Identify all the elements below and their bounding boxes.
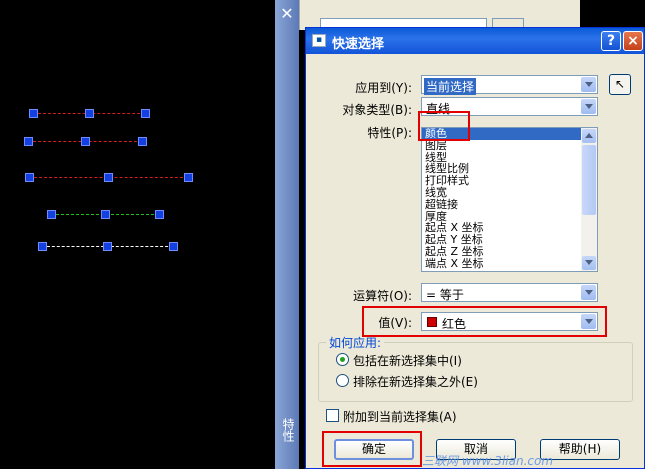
value-value: 红色	[442, 317, 467, 331]
property-list-item[interactable]: 端点 X 坐标	[422, 257, 597, 270]
dialog-title: 快速选择	[332, 37, 385, 52]
property-label: 特性(P):	[367, 126, 412, 140]
grip[interactable]	[103, 242, 112, 251]
exclude-radio[interactable]	[336, 374, 349, 387]
palette-title: 特性	[281, 418, 295, 442]
operator-label: 运算符(O):	[353, 289, 412, 303]
scroll-down-icon[interactable]	[582, 256, 596, 270]
watermark: 三联网 www.3lian.com	[422, 454, 554, 468]
grip[interactable]	[104, 173, 113, 182]
chevron-down-icon[interactable]	[581, 99, 596, 114]
scroll-up-icon[interactable]	[582, 129, 596, 143]
apply-to-label: 应用到(Y):	[355, 81, 412, 95]
chevron-down-icon[interactable]	[581, 285, 596, 300]
properties-palette: ✕ 特性	[275, 0, 299, 469]
grip[interactable]	[85, 109, 94, 118]
property-list-item[interactable]: 超链接	[422, 198, 597, 211]
grip[interactable]	[155, 210, 164, 219]
apply-to-value: 当前选择	[424, 78, 477, 95]
grip[interactable]	[25, 173, 34, 182]
object-type-select[interactable]: 直线	[421, 97, 598, 116]
property-list-item[interactable]: 打印样式	[422, 175, 597, 187]
dialog-app-icon: ▪	[312, 34, 326, 47]
apply-to-select[interactable]: 当前选择	[421, 75, 598, 95]
include-option-label[interactable]: 包括在新选择集中(I)	[353, 352, 462, 369]
chevron-down-icon[interactable]	[581, 314, 596, 329]
cursor-arrow-icon: ↖	[614, 77, 626, 91]
grip[interactable]	[38, 242, 47, 251]
palette-close-icon[interactable]: ✕	[279, 6, 295, 22]
property-list-scrollbar[interactable]	[581, 128, 597, 271]
operator-value: = 等于	[426, 288, 464, 302]
help-title-button[interactable]: ?	[601, 31, 621, 51]
operator-select[interactable]: = 等于	[421, 283, 598, 302]
quick-select-dialog: ▪ 快速选择 ? × 应用到(Y): 当前选择 ↖ 对象类型(B): 直线 特性…	[305, 27, 645, 469]
red-color-swatch	[427, 317, 437, 327]
select-objects-button[interactable]: ↖	[609, 74, 631, 95]
value-select[interactable]: 红色	[421, 312, 598, 331]
property-list[interactable]: 颜色 图层 线型 线型比例 打印样式 线宽 超链接 厚度 起点 X 坐标 起点 Y 坐标 起点 Z …	[421, 127, 598, 272]
append-checkbox[interactable]	[326, 409, 339, 422]
object-type-value: 直线	[426, 102, 451, 116]
how-to-apply-title: 如何应用:	[326, 334, 385, 351]
grip[interactable]	[29, 109, 38, 118]
how-to-apply-group	[318, 342, 633, 402]
palette-header	[299, 0, 580, 34]
grip[interactable]	[141, 109, 150, 118]
grip[interactable]	[24, 137, 33, 146]
exclude-option-label[interactable]: 排除在新选择集之外(E)	[353, 373, 478, 390]
dialog-titlebar[interactable]: ▪ 快速选择 ? ×	[306, 28, 644, 54]
include-radio[interactable]	[336, 353, 349, 366]
scroll-thumb[interactable]	[582, 145, 596, 215]
drawing-canvas[interactable]	[0, 0, 275, 469]
property-list-item[interactable]: 起点 Z 坐标	[422, 246, 597, 258]
grip[interactable]	[169, 242, 178, 251]
object-type-label: 对象类型(B):	[342, 103, 412, 117]
value-label: 值(V):	[378, 316, 412, 330]
grip[interactable]	[81, 137, 90, 146]
grip[interactable]	[138, 137, 147, 146]
close-title-button[interactable]: ×	[623, 31, 643, 51]
property-list-item[interactable]: 图层	[422, 139, 597, 152]
grip[interactable]	[184, 173, 193, 182]
ok-button[interactable]: 确定	[334, 439, 414, 460]
append-label[interactable]: 附加到当前选择集(A)	[343, 408, 457, 425]
grip[interactable]	[101, 210, 110, 219]
property-list-item[interactable]: 线宽	[422, 187, 597, 199]
grip[interactable]	[47, 210, 56, 219]
chevron-down-icon[interactable]	[581, 77, 596, 92]
